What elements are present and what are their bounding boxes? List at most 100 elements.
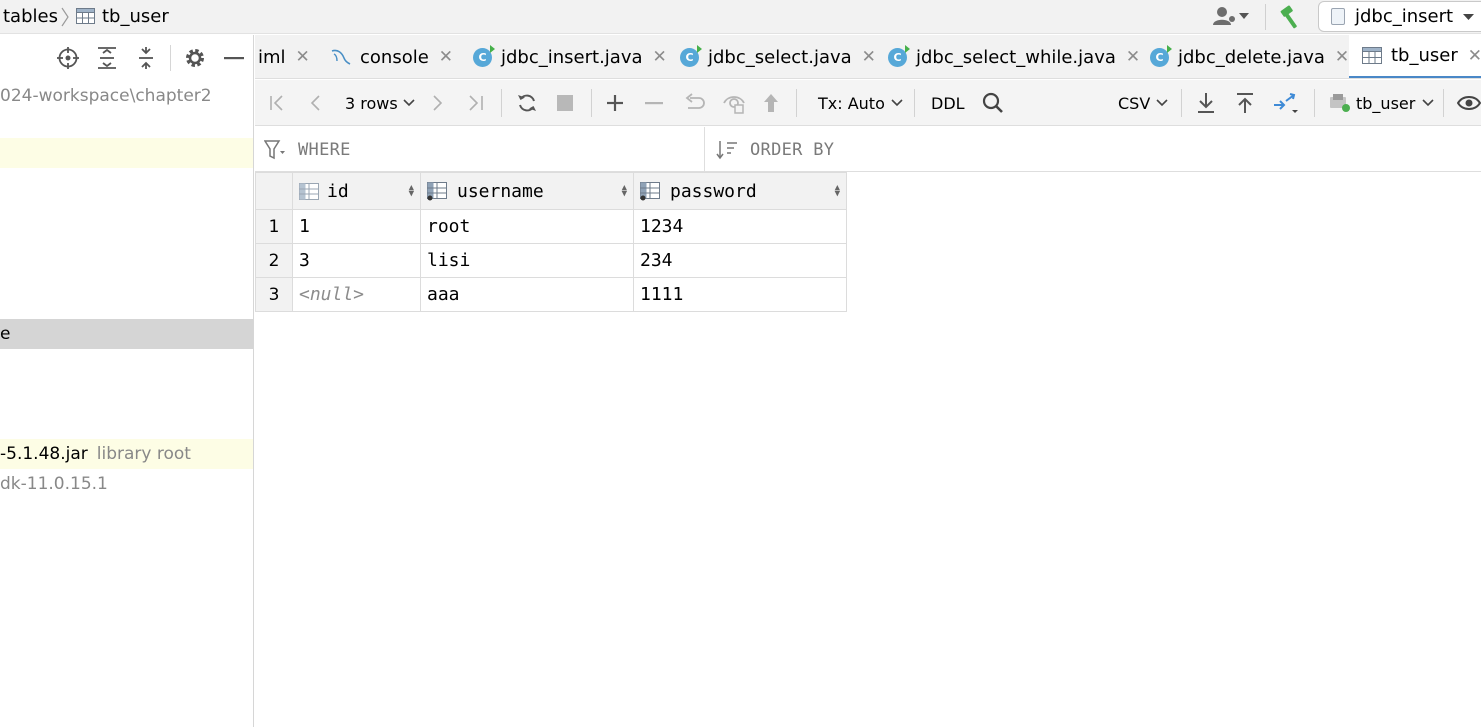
cell-password[interactable]: 1111: [633, 277, 847, 312]
table-row[interactable]: 1 1 root 1234: [255, 209, 847, 244]
breadcrumb-tb-user[interactable]: tb_user: [76, 5, 169, 27]
preview-changes-icon[interactable]: [722, 92, 746, 114]
row-number[interactable]: 1: [255, 209, 293, 244]
previous-page-icon[interactable]: [309, 94, 323, 112]
close-icon[interactable]: ✕: [439, 47, 453, 67]
row-number[interactable]: 2: [255, 243, 293, 278]
run-configuration-selector[interactable]: jdbc_insert: [1318, 1, 1481, 32]
cell-id-null[interactable]: <null>: [292, 277, 421, 312]
revert-icon[interactable]: [683, 93, 705, 113]
project-tree-item-highlighted[interactable]: [0, 138, 253, 168]
table-selector[interactable]: tb_user: [1329, 80, 1434, 126]
cell-id[interactable]: 1: [292, 209, 421, 244]
project-tree-item-selected[interactable]: e: [0, 319, 253, 349]
submit-icon[interactable]: [762, 92, 780, 114]
close-icon[interactable]: ✕: [1468, 46, 1481, 66]
tab-jdbc-select-while[interactable]: C jdbc_select_while.java ✕: [888, 35, 1140, 78]
chevron-down-icon: [1422, 99, 1434, 107]
where-filter-input[interactable]: WHERE: [298, 140, 351, 160]
delete-row-icon[interactable]: [645, 102, 663, 105]
cell-id[interactable]: 3: [292, 243, 421, 278]
column-name: id: [327, 180, 349, 202]
java-class-icon: C: [1150, 44, 1172, 67]
tab-console[interactable]: console ✕: [330, 35, 453, 78]
tab-tb-user[interactable]: tb_user ✕: [1349, 35, 1481, 78]
tab-label: console: [360, 46, 429, 68]
gear-icon[interactable]: [184, 47, 206, 69]
sort-arrows-icon[interactable]: ▲ ▼: [409, 184, 414, 199]
collapse-all-icon[interactable]: [136, 47, 156, 69]
divider: [1443, 89, 1444, 117]
sort-arrows-icon[interactable]: ▲ ▼: [622, 184, 627, 199]
upload-icon[interactable]: [1236, 92, 1254, 114]
close-icon[interactable]: ✕: [653, 47, 667, 67]
stop-icon[interactable]: [557, 95, 573, 111]
first-page-icon[interactable]: [269, 94, 287, 112]
table-row[interactable]: 3 <null> aaa 1111: [255, 277, 847, 312]
data-grid: id ▲ ▼ username ▲ ▼ password ▲ ▼ 1 1 roo…: [255, 172, 847, 312]
tree-item-label: -5.1.48.jar: [0, 444, 88, 464]
column-header-password[interactable]: password ▲ ▼: [633, 172, 847, 210]
table-row[interactable]: 2 3 lisi 234: [255, 243, 847, 278]
table-selector-label: tb_user: [1356, 93, 1416, 113]
next-page-icon[interactable]: [430, 94, 444, 112]
order-by-filter-input[interactable]: ORDER BY: [750, 140, 834, 160]
close-icon[interactable]: ✕: [1335, 47, 1349, 67]
transaction-mode-label: Tx: Auto: [818, 93, 885, 113]
cell-username[interactable]: lisi: [420, 243, 634, 278]
ddl-label: DDL: [931, 93, 965, 113]
refresh-icon[interactable]: [516, 92, 538, 114]
project-tree-item-mysql-jar[interactable]: -5.1.48.jar library root: [0, 439, 253, 469]
table-icon: [76, 8, 95, 24]
rows-count-label: 3 rows: [345, 93, 398, 113]
account-menu[interactable]: [1212, 6, 1249, 26]
view-options-eye-icon[interactable]: [1457, 94, 1481, 112]
data-grid-toolbar: 3 rows Tx: Auto DDL CSV tb_user: [255, 80, 1481, 126]
grid-corner-cell[interactable]: [255, 172, 293, 210]
chevron-down-icon: [1239, 13, 1249, 19]
close-icon[interactable]: ✕: [1126, 47, 1140, 67]
tree-item-label: 024-workspace\chapter2: [0, 86, 212, 106]
cell-username[interactable]: aaa: [420, 277, 634, 312]
filter-icon: [264, 140, 285, 160]
row-number[interactable]: 3: [255, 277, 293, 312]
tree-item-label: dk-11.0.15.1: [0, 474, 108, 494]
transaction-mode-selector[interactable]: Tx: Auto: [818, 80, 903, 126]
download-icon[interactable]: [1197, 92, 1215, 114]
expand-all-icon[interactable]: [97, 47, 117, 69]
rows-count-selector[interactable]: 3 rows: [345, 80, 415, 126]
search-icon[interactable]: [982, 92, 1004, 114]
column-header-id[interactable]: id ▲ ▼: [292, 172, 421, 210]
column-name: username: [457, 180, 544, 202]
divider: [501, 89, 502, 117]
export-format-selector[interactable]: CSV: [1118, 80, 1168, 126]
column-icon: [427, 181, 447, 200]
project-tree-item-jdk[interactable]: dk-11.0.15.1: [0, 469, 253, 499]
run-configuration-label: jdbc_insert: [1355, 6, 1454, 27]
divider: [796, 89, 797, 117]
build-hammer-icon[interactable]: [1278, 5, 1302, 29]
close-icon[interactable]: ✕: [296, 47, 310, 67]
column-header-username[interactable]: username ▲ ▼: [420, 172, 634, 210]
cell-username[interactable]: root: [420, 209, 634, 244]
minimize-icon[interactable]: [224, 57, 244, 60]
last-page-icon[interactable]: [466, 94, 484, 112]
breadcrumb-tb-user-label: tb_user: [102, 5, 169, 27]
chevron-down-icon: [891, 99, 903, 107]
compare-icon[interactable]: [1272, 91, 1300, 115]
ddl-button[interactable]: DDL: [931, 80, 965, 126]
cell-password[interactable]: 234: [633, 243, 847, 278]
locate-target-icon[interactable]: [57, 47, 79, 69]
sort-order-icon: [716, 141, 737, 160]
tab-jdbc-delete[interactable]: C jdbc_delete.java ✕: [1150, 35, 1349, 78]
tab-label: jdbc_select.java: [708, 46, 852, 68]
tab-jdbc-insert[interactable]: C jdbc_insert.java ✕: [473, 35, 667, 78]
add-row-icon[interactable]: [606, 94, 624, 112]
breadcrumb-tables[interactable]: tables: [3, 5, 58, 27]
close-icon[interactable]: ✕: [862, 47, 876, 67]
cell-password[interactable]: 1234: [633, 209, 847, 244]
sort-arrows-icon[interactable]: ▲ ▼: [835, 184, 840, 199]
project-tree-item-path[interactable]: 024-workspace\chapter2: [0, 81, 253, 111]
tab-iml[interactable]: iml ✕: [258, 35, 310, 78]
tab-jdbc-select[interactable]: C jdbc_select.java ✕: [680, 35, 876, 78]
